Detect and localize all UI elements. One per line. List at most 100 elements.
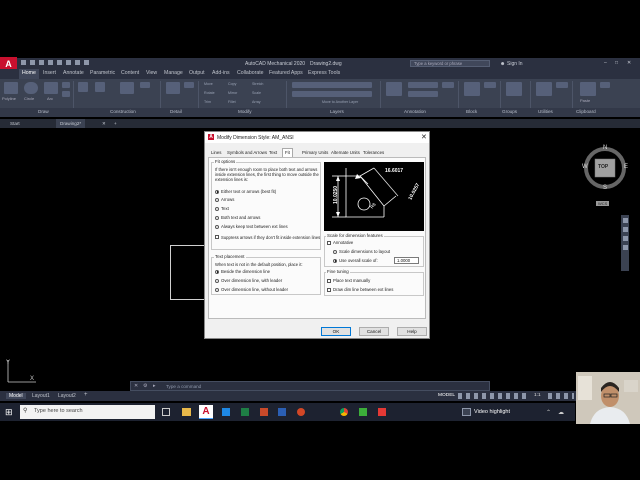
scale-to-layout-option[interactable]: Scale dimensions to layout <box>333 249 390 254</box>
place-text-manually-option[interactable]: Place text manually <box>327 278 370 283</box>
fit-option-text[interactable]: Text <box>215 206 229 211</box>
autocad-taskbar-icon[interactable]: A <box>199 405 213 419</box>
modify-fillet[interactable]: Fillet <box>228 100 236 104</box>
close-button[interactable]: ✕ <box>627 60 631 66</box>
annotative-checkbox[interactable] <box>327 240 331 245</box>
panel-modify[interactable]: Modify <box>238 109 252 114</box>
status-toggles[interactable] <box>458 393 528 399</box>
multiline-text-icon[interactable] <box>386 82 402 96</box>
placement-over-no-leader[interactable]: Over dimension line, without leader <box>215 287 288 292</box>
tab-view[interactable]: View <box>146 70 157 76</box>
fit-option-both[interactable]: Both text and arrows <box>215 215 260 220</box>
task-view-icon[interactable] <box>162 408 170 416</box>
new-tab-icon[interactable]: + <box>110 119 121 128</box>
construction-small-icon[interactable] <box>140 82 150 88</box>
panel-construction[interactable]: Construction <box>110 109 136 114</box>
annotation-scale[interactable]: 1:1 <box>534 393 541 398</box>
hatch-icon[interactable] <box>95 82 105 92</box>
dialog-tab-fit[interactable]: Fit <box>282 148 293 157</box>
radio-use-overall-scale[interactable] <box>333 258 337 263</box>
group-icon[interactable] <box>506 82 522 96</box>
file-explorer-icon[interactable] <box>182 408 191 416</box>
camtasia-icon[interactable] <box>359 408 367 416</box>
radio-arrows[interactable] <box>215 197 219 202</box>
chrome-icon[interactable] <box>340 408 348 416</box>
annotative-option[interactable]: Annotative <box>327 240 353 245</box>
panel-annotation[interactable]: Annotation <box>404 109 426 114</box>
minimize-button[interactable]: – <box>604 60 607 66</box>
tray-chevron-icon[interactable]: ⌃ <box>546 409 551 416</box>
layer-dropdown[interactable] <box>292 82 372 88</box>
draw-dim-line-checkbox[interactable] <box>327 287 331 292</box>
layout-tab-layout1[interactable]: Layout1 <box>32 393 50 399</box>
leader-dropdown[interactable] <box>408 91 438 97</box>
fit-option-arrows[interactable]: Arrows <box>215 197 234 202</box>
panel-utilities[interactable]: Utilities <box>538 109 553 114</box>
modify-copy[interactable]: Copy <box>228 82 236 86</box>
dialog-title-bar[interactable]: A Modify Dimension Style: AM_ANSI ✕ <box>205 132 429 143</box>
file-tab-drawing2[interactable]: Drawing2* <box>56 119 86 128</box>
panel-draw[interactable]: Draw <box>38 109 49 114</box>
viewcube[interactable]: TOP N S E W WCS <box>582 140 636 210</box>
powerpoint-icon[interactable] <box>260 408 268 416</box>
help-button[interactable]: Help <box>397 327 427 336</box>
video-highlight[interactable]: Video highlight <box>462 405 542 419</box>
copy-clip-icon[interactable] <box>600 82 610 88</box>
radio-beside[interactable] <box>215 269 219 274</box>
layout-tab-model[interactable]: Model <box>6 392 26 399</box>
store-icon[interactable] <box>222 408 230 416</box>
insert-block-icon[interactable] <box>464 82 480 96</box>
compass-west[interactable]: W <box>582 164 588 170</box>
panel-layers[interactable]: Layers <box>330 109 344 114</box>
modify-stretch[interactable]: Stretch <box>252 82 263 86</box>
paste-icon[interactable] <box>580 82 596 96</box>
placement-beside[interactable]: Beside the dimension line <box>215 269 270 274</box>
radio-over-no-leader[interactable] <box>215 287 219 292</box>
camtasia-recorder-icon[interactable] <box>378 408 386 416</box>
suppress-arrows-option[interactable]: Suppress arrows if they don't fit inside… <box>215 235 320 240</box>
overall-scale-input[interactable]: 1.0000 <box>394 257 419 264</box>
dialog-tab-alternate-units[interactable]: Alternate Units <box>329 149 362 157</box>
table-icon[interactable] <box>442 82 454 88</box>
detail-small-icon[interactable] <box>184 82 194 88</box>
file-tab-start[interactable]: Start <box>6 119 24 128</box>
dialog-tab-text[interactable]: Text <box>267 149 279 157</box>
tab-add-ins[interactable]: Add-ins <box>212 70 230 76</box>
radio-always-keep[interactable] <box>215 224 219 229</box>
taskbar-search[interactable]: ⚲ Type here to search <box>20 405 155 419</box>
placement-over-leader[interactable]: Over dimension line, with leader <box>215 278 282 283</box>
tab-parametric[interactable]: Parametric <box>90 70 115 76</box>
tab-annotate[interactable]: Annotate <box>63 70 84 76</box>
construction-line-icon[interactable] <box>78 82 88 92</box>
use-overall-scale-option[interactable]: Use overall scale of: <box>333 258 378 263</box>
panel-detail[interactable]: Detail <box>170 109 182 114</box>
drawn-rectangle[interactable] <box>170 245 206 300</box>
create-block-icon[interactable] <box>484 82 496 88</box>
powerpoint-2-icon[interactable] <box>297 408 305 416</box>
user-icon[interactable]: ☻ <box>500 61 505 67</box>
excel-icon[interactable] <box>241 408 249 416</box>
compass-east[interactable]: E <box>624 164 628 170</box>
tab-featured-apps[interactable]: Featured Apps <box>269 70 303 76</box>
radio-best-fit[interactable] <box>215 189 219 194</box>
dialog-tab-symbols[interactable]: Symbols and Arrows <box>225 149 269 157</box>
fit-option-always-keep[interactable]: Always keep text between ext lines <box>215 224 288 229</box>
tab-express-tools[interactable]: Express Tools <box>308 70 340 76</box>
tab-home[interactable]: Home <box>19 69 39 79</box>
detail-view-icon[interactable] <box>166 82 180 94</box>
command-settings-icon[interactable]: ⚙ <box>143 383 147 389</box>
panel-clipboard[interactable]: Clipboard <box>576 109 596 114</box>
taskbar-search-input[interactable]: Type here to search <box>34 408 83 414</box>
circle-icon[interactable] <box>24 82 38 94</box>
rectangle-icon[interactable] <box>62 91 70 97</box>
quick-access-toolbar[interactable] <box>21 60 121 67</box>
cloud-icon[interactable]: ☁ <box>558 409 564 416</box>
navigation-bar[interactable] <box>621 215 629 271</box>
tab-insert[interactable]: Insert <box>43 70 56 76</box>
command-close-icon[interactable]: ✕ <box>134 383 138 389</box>
dialog-tab-primary-units[interactable]: Primary Units <box>300 149 330 157</box>
viewcube-top-face[interactable]: TOP <box>598 164 608 170</box>
draw-dim-line-option[interactable]: Draw dim line between ext lines <box>327 287 393 292</box>
tab-manage[interactable]: Manage <box>164 70 183 76</box>
dimension-dropdown[interactable] <box>408 82 438 88</box>
